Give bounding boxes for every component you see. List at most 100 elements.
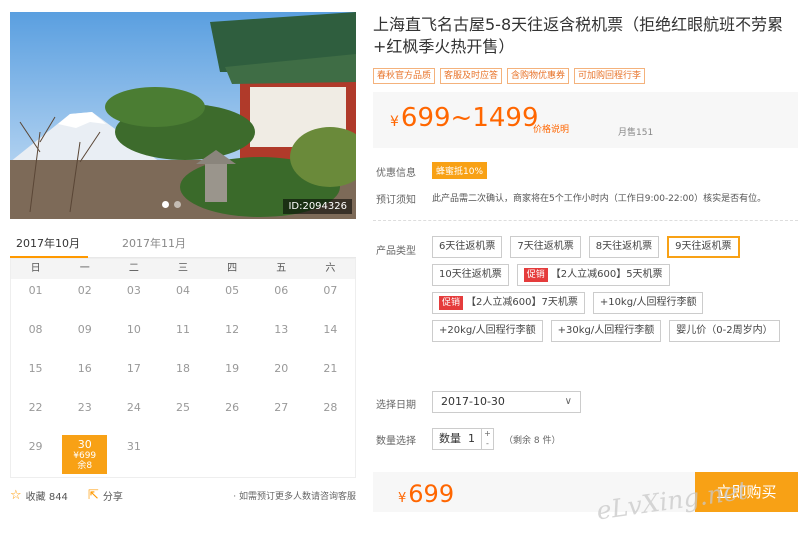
quantity-value: 1 [468, 432, 475, 445]
calendar-day-selected[interactable]: 30 ¥699 余8 [62, 435, 108, 474]
booking-notice: 此产品需二次确认，商家将在5个工作小时内（工作日9:00-22:00）核实是否有… [432, 194, 767, 204]
total-price: ¥699 [398, 480, 454, 508]
day-number: 30 [77, 438, 92, 451]
calendar-day[interactable]: 13 [257, 318, 306, 357]
price-range: ¥699~1499 [390, 104, 539, 136]
favorite-label: 收藏 844 [25, 491, 68, 503]
increment-button[interactable]: + [482, 429, 493, 439]
product-option[interactable]: 8天往返机票 [588, 236, 660, 258]
calendar-day[interactable]: 14 [306, 318, 355, 357]
day-price: ¥699 [73, 451, 97, 461]
tab-month-oct[interactable]: 2017年10月 [10, 230, 88, 258]
calendar-day[interactable]: 25 [158, 396, 207, 435]
calendar-day[interactable]: 21 [306, 357, 355, 396]
product-option[interactable]: 10天往返机票 [432, 264, 509, 286]
quantity-prefix: 数量 [439, 432, 461, 445]
price-panel: ¥699~1499 价格说明 月售151 [373, 92, 798, 148]
calendar-day[interactable]: 24 [109, 396, 158, 435]
product-option-label: +10kg/人回程行李额 [599, 297, 697, 308]
action-bar: ☆ 收藏 844 ⇱ 分享 · 如需预订更多人数请咨询客服 [10, 486, 356, 504]
image-id-label: ID:2094326 [283, 199, 352, 214]
hero-photo [10, 12, 356, 219]
currency-symbol: ¥ [398, 491, 407, 506]
calendar-day[interactable]: 15 [11, 357, 60, 396]
weekday-label: 五 [276, 263, 287, 274]
calendar-day[interactable]: 26 [208, 396, 257, 435]
weekday-label: 四 [227, 263, 238, 274]
product-option-label: 6天往返机票 [439, 241, 496, 252]
date-select[interactable]: 2017-10-30 ∨ [432, 391, 581, 413]
star-icon: ☆ [10, 487, 22, 503]
calendar-day[interactable]: 08 [11, 318, 60, 357]
calendar-day[interactable]: 02 [60, 279, 109, 318]
calendar-day[interactable]: 05 [208, 279, 257, 318]
product-option[interactable]: 促销 【2人立减600】7天机票 [432, 292, 585, 314]
weekday-label: 六 [325, 263, 336, 274]
product-option-label: +20kg/人回程行李额 [439, 325, 536, 336]
product-option-label: 【2人立减600】7天机票 [466, 297, 578, 308]
share-button[interactable]: ⇱ 分享 [88, 488, 123, 503]
calendar-day[interactable]: 19 [208, 357, 257, 396]
month-tabs: 2017年10月 2017年11月 [10, 230, 356, 258]
calendar-day[interactable]: 03 [109, 279, 158, 318]
calendar-day[interactable]: 22 [11, 396, 60, 435]
product-title: 上海直飞名古屋5-8天往返含税机票（拒绝红眼航班不劳累+红枫季火热开售） [373, 15, 784, 56]
calendar: 日 一 二 三 四 五 六 01 02 03 04 05 06 07 08 09 10 11 12 13… [10, 258, 356, 478]
decrement-button[interactable]: - [482, 439, 493, 449]
feature-tag: 可加购回程行李 [574, 68, 646, 84]
calendar-day[interactable]: 04 [158, 279, 207, 318]
price-explanation-link[interactable]: 价格说明 [533, 122, 569, 135]
product-option[interactable]: +20kg/人回程行李额 [432, 320, 543, 342]
calendar-day[interactable]: 18 [158, 357, 207, 396]
chevron-down-icon: ∨ [564, 396, 572, 407]
product-option-label: 10天往返机票 [439, 269, 502, 280]
product-option-label: +30kg/人回程行李额 [557, 325, 655, 336]
quantity-label: 数量选择 [376, 436, 416, 447]
calendar-day[interactable]: 29 [11, 435, 60, 474]
carousel-dots [162, 201, 181, 208]
date-value: 2017-10-30 [441, 395, 505, 408]
calendar-day[interactable]: 07 [306, 279, 355, 318]
hero-image[interactable]: ID:2094326 [10, 12, 356, 219]
calendar-day[interactable]: 28 [306, 396, 355, 435]
calendar-day[interactable]: 09 [60, 318, 109, 357]
product-option-label: 9天往返机票 [675, 241, 732, 252]
tab-month-nov[interactable]: 2017年11月 [116, 230, 194, 258]
currency-symbol: ¥ [390, 114, 399, 130]
weekday-label: 一 [79, 263, 90, 274]
product-option[interactable]: 7天往返机票 [510, 236, 581, 258]
product-option[interactable]: 婴儿价（0-2周岁内） [669, 320, 780, 342]
calendar-days: 01 02 03 04 05 06 07 08 09 10 11 12 13 14 15 16 17 18 19 20… [11, 279, 355, 474]
notice-label: 预订须知 [376, 195, 416, 206]
calendar-day[interactable]: 11 [158, 318, 207, 357]
calendar-day[interactable]: 01 [11, 279, 60, 318]
product-option[interactable]: 9天往返机票 [667, 236, 740, 258]
calendar-day[interactable]: 17 [109, 357, 158, 396]
carousel-dot[interactable] [174, 201, 181, 208]
product-option[interactable]: 促销 【2人立减600】5天机票 [516, 264, 670, 286]
feature-tag: 含购物优惠券 [507, 68, 570, 84]
calendar-day[interactable]: 20 [257, 357, 306, 396]
carousel-dot[interactable] [162, 201, 169, 208]
share-label: 分享 [102, 491, 123, 503]
product-option[interactable]: 6天往返机票 [432, 236, 503, 258]
calendar-day[interactable]: 23 [60, 396, 109, 435]
feature-tag: 春秋官方品质 [373, 68, 436, 84]
calendar-day[interactable]: 31 [109, 435, 158, 474]
product-type-options: 6天往返机票 7天往返机票 8天往返机票 9天往返机票 10天往返机票 促销 【2人立减60… [432, 236, 800, 342]
favorite-button[interactable]: ☆ 收藏 844 [10, 488, 68, 503]
calendar-day[interactable]: 10 [109, 318, 158, 357]
product-option[interactable]: +30kg/人回程行李额 [550, 320, 662, 342]
calendar-day[interactable]: 16 [60, 357, 109, 396]
product-option-label: 8天往返机票 [595, 241, 653, 252]
calendar-day[interactable]: 12 [208, 318, 257, 357]
weekday-label: 日 [30, 263, 41, 274]
contact-note: · 如需预订更多人数请咨询客服 [233, 491, 356, 502]
product-type-label: 产品类型 [376, 246, 416, 257]
calendar-day[interactable]: 06 [257, 279, 306, 318]
calendar-day[interactable]: 27 [257, 396, 306, 435]
discount-label: 优惠信息 [376, 168, 416, 179]
date-label: 选择日期 [376, 400, 416, 411]
product-option[interactable]: +10kg/人回程行李额 [592, 292, 704, 314]
quantity-field[interactable]: 数量 1 [432, 428, 482, 450]
